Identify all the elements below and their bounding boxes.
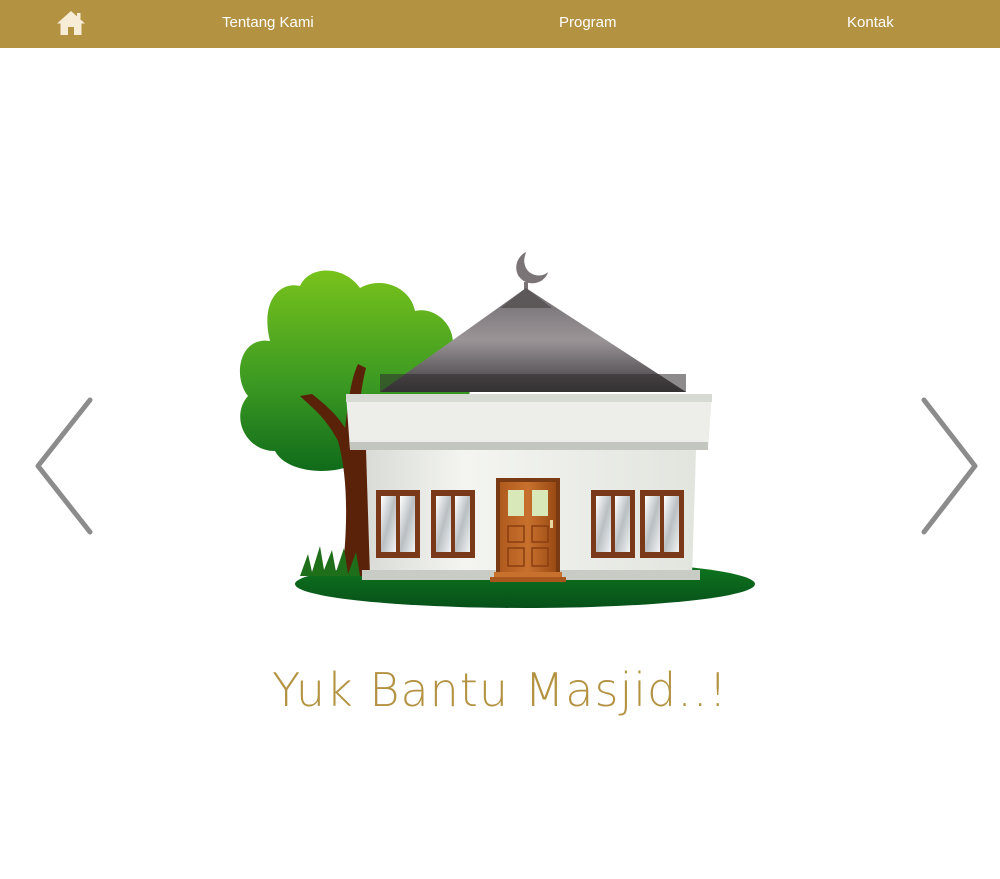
nav-item-program[interactable]: Program xyxy=(559,13,617,33)
top-navbar: Tentang Kami Program Kontak xyxy=(0,0,1000,48)
chevron-left-icon xyxy=(35,397,93,535)
chevron-right-icon xyxy=(921,397,978,535)
home-icon xyxy=(57,11,85,35)
hero-slider: Yuk Bantu Masjid..! xyxy=(0,48,1000,879)
slider-prev-button[interactable] xyxy=(32,396,96,536)
nav-item-kontak[interactable]: Kontak xyxy=(847,13,894,33)
nav-item-tentang-kami[interactable]: Tentang Kami xyxy=(222,13,314,33)
slide-caption: Yuk Bantu Masjid..! xyxy=(272,663,728,717)
home-link[interactable] xyxy=(56,9,86,37)
mosque-illustration xyxy=(230,246,760,616)
slider-next-button[interactable] xyxy=(915,396,979,536)
